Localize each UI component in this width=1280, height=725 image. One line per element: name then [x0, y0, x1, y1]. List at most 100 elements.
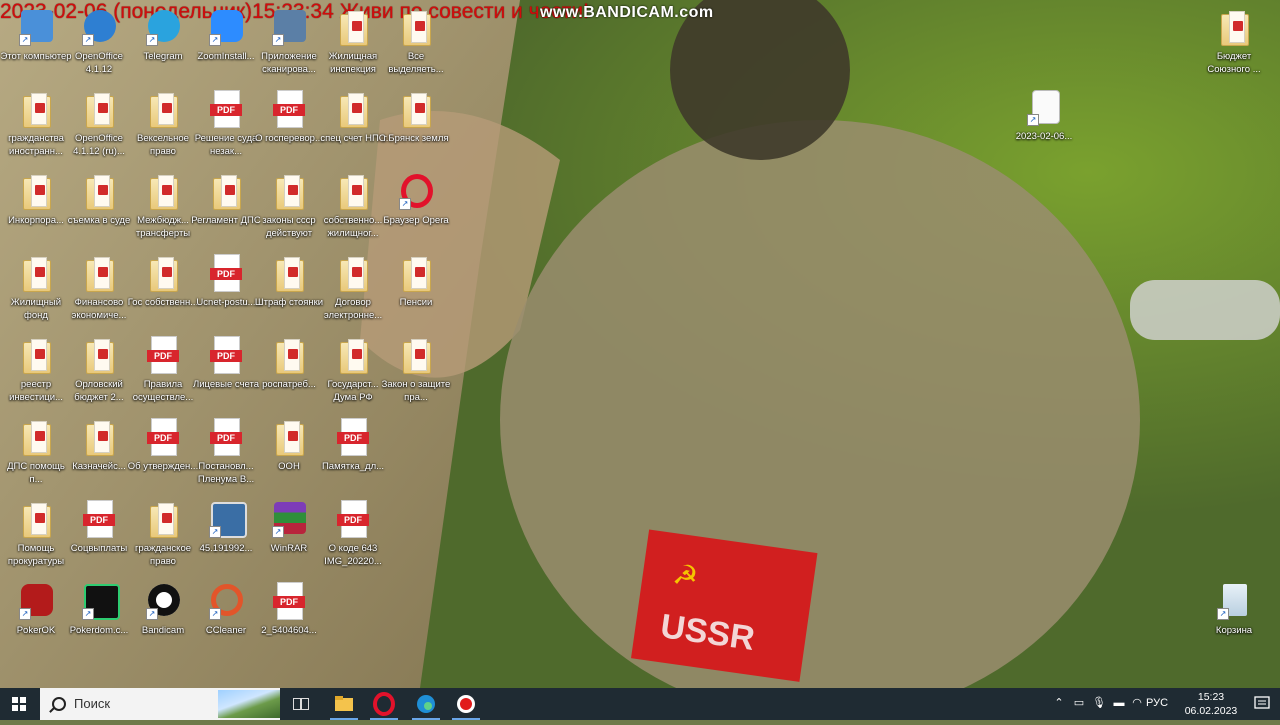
pdf-icon: PDF: [272, 582, 306, 620]
chevron-up-icon[interactable]: ⌃: [1052, 696, 1066, 710]
desktop-icon[interactable]: Орловский бюджет 2...: [63, 336, 135, 404]
desktop-icon[interactable]: ↗ PokerOK: [0, 582, 72, 637]
clock[interactable]: 15:23 06.02.2023: [1180, 690, 1242, 718]
pdf-icon: PDF: [209, 336, 243, 374]
desktop-icon[interactable]: PDF Правила осуществле...: [127, 336, 199, 404]
device-icon[interactable]: ▭: [1072, 696, 1086, 710]
taskbar-bandicam-button[interactable]: [446, 688, 486, 720]
desktop-icon-label: Штраф стоянки: [254, 297, 324, 308]
desktop-icon[interactable]: ДПС помощь п...: [0, 418, 72, 486]
desktop-icon-label: Межбюдж... трансферты: [135, 215, 191, 239]
folder-icon: [82, 336, 116, 374]
folder-icon: [82, 418, 116, 456]
desktop-icon[interactable]: PDF О коде 643 IMG_20220...: [317, 500, 389, 568]
desktop-icon[interactable]: собственно... жилищног...: [317, 172, 389, 240]
desktop-icon-label: реестр инвестици...: [9, 379, 63, 403]
desktop-icon[interactable]: PDF Об утвержден...: [127, 418, 199, 473]
desktop-icon[interactable]: ↗ Браузер Opera: [380, 172, 452, 227]
desktop-icon-label: гражданское право: [134, 543, 192, 567]
desktop-icon[interactable]: Бюджет Союзного ...: [1198, 8, 1270, 76]
pdf-icon: PDF: [272, 90, 306, 128]
folder-icon: [399, 336, 433, 374]
desktop-icon[interactable]: ↗ Pokerdom.c...: [63, 582, 135, 637]
desktop-icon[interactable]: Казначейс...: [63, 418, 135, 473]
desktop-icon[interactable]: Межбюдж... трансферты: [127, 172, 199, 240]
desktop-icon[interactable]: ↗ Приложение сканирова...: [253, 8, 325, 76]
desktop-icon[interactable]: Финансово экономиче...: [63, 254, 135, 322]
desktop-icon[interactable]: гражданства иностранн...: [0, 90, 72, 158]
battery-icon[interactable]: ▬: [1112, 696, 1126, 710]
desktop-icon-label: роспатреб...: [262, 379, 316, 390]
desktop-icon[interactable]: Вексельное право: [127, 90, 199, 158]
desktop-icon-label: ДПС помощь п...: [7, 461, 65, 485]
desktop-icon[interactable]: Закон о защите пра...: [380, 336, 452, 404]
pdf-icon: PDF: [209, 254, 243, 292]
desktop-icon-label: Постановл... Пленума В...: [197, 461, 255, 485]
desktop-icon[interactable]: PDF О госперевор...: [253, 90, 325, 145]
desktop-icon[interactable]: ↗ Telegram: [127, 8, 199, 63]
desktop-icon[interactable]: гражданское право: [127, 500, 199, 568]
desktop-icon[interactable]: Штраф стоянки: [253, 254, 325, 309]
desktop-icon[interactable]: Государст... Дума РФ: [317, 336, 389, 404]
desktop-icon[interactable]: ↗ OpenOffice 4.1.12: [63, 8, 135, 76]
desktop-icon[interactable]: Гос собственн...: [127, 254, 199, 309]
desktop-icon[interactable]: роспатреб...: [253, 336, 325, 391]
scanner-icon: ↗: [272, 8, 306, 46]
folder-icon: [19, 336, 53, 374]
desktop-icon[interactable]: спец счет НПС: [317, 90, 389, 145]
desktop-icon-label: собственно... жилищног...: [323, 215, 383, 239]
pokerok-icon: ↗: [19, 582, 53, 620]
desktop-icon[interactable]: PDF Соцвыплаты: [63, 500, 135, 555]
desktop-icon[interactable]: ↗ Bandicam: [127, 582, 199, 637]
wifi-icon[interactable]: ◠: [1130, 696, 1144, 710]
folder-icon: [336, 336, 370, 374]
desktop-icon[interactable]: Помощь прокуратуры: [0, 500, 72, 568]
desktop-icon[interactable]: ↗ CCleaner: [190, 582, 262, 637]
microphone-icon[interactable]: 🎙: [1092, 696, 1106, 710]
desktop-icon[interactable]: Договор электронне...: [317, 254, 389, 322]
desktop-icon[interactable]: Регламент ДПС: [190, 172, 262, 227]
desktop-icon[interactable]: ↗ 45.191992...: [190, 500, 262, 555]
desktop-icon[interactable]: PDF 2_5404604...: [253, 582, 325, 637]
start-button[interactable]: [0, 688, 40, 720]
pdf-icon: PDF: [146, 418, 180, 456]
desktop-icon-label: Вексельное право: [137, 133, 189, 157]
desktop-icon[interactable]: г.Брянск земля: [380, 90, 452, 145]
desktop-icon[interactable]: реестр инвестици...: [0, 336, 72, 404]
desktop-icon[interactable]: Все выделяеть...: [380, 8, 452, 76]
desktop-icon-label: Казначейс...: [72, 461, 126, 472]
taskbar-file-explorer-button[interactable]: [324, 688, 364, 720]
desktop-icon[interactable]: PDF Решение суда незак...: [190, 90, 262, 158]
desktop-icon[interactable]: ↗ Корзина: [1198, 582, 1270, 637]
desktop-icon[interactable]: ООН: [253, 418, 325, 473]
desktop-icon[interactable]: PDF Памятка_дл...: [317, 418, 389, 473]
desktop-icon[interactable]: Жилищная инспекция: [317, 8, 389, 76]
desktop-icon[interactable]: ↗ 2023-02-06...: [1008, 88, 1080, 143]
desktop-icon[interactable]: Инкорпора...: [0, 172, 72, 227]
desktop-icon[interactable]: PDF Ucnet-postu...: [190, 254, 262, 309]
desktop-icon-label: Ucnet-postu...: [196, 297, 256, 308]
task-view-button[interactable]: [280, 688, 320, 720]
desktop-icon[interactable]: OpenOffice 4.1.12 (ru)...: [63, 90, 135, 158]
desktop-icon[interactable]: законы ссср действуют: [253, 172, 325, 240]
desktop-icon-label: Браузер Opera: [383, 215, 449, 226]
desktop-icon[interactable]: ↗ ZoomInstall...: [190, 8, 262, 63]
taskbar-search-box[interactable]: Поиск: [40, 688, 280, 720]
desktop-icon[interactable]: ↗ WinRAR: [253, 500, 325, 555]
clock-time: 15:23: [1197, 691, 1225, 703]
taskbar-edge-button[interactable]: [406, 688, 446, 720]
desktop-icon[interactable]: Пенсии: [380, 254, 452, 309]
bandicam-icon: [457, 695, 475, 713]
pokerdom-icon: ↗: [82, 582, 120, 620]
pdf-icon: PDF: [336, 500, 370, 538]
recycle-bin-icon: ↗: [1217, 582, 1251, 620]
desktop-icon[interactable]: съемка в суде: [63, 172, 135, 227]
desktop-icon[interactable]: PDF Постановл... Пленума В...: [190, 418, 262, 486]
desktop-icon-label: PokerOK: [16, 625, 56, 636]
desktop-icon[interactable]: PDF Лицевые счета: [190, 336, 262, 391]
desktop-icon[interactable]: ↗ Этот компьютер: [0, 8, 72, 63]
notification-center-icon[interactable]: [1254, 696, 1270, 710]
desktop-icon[interactable]: Жилищный фонд: [0, 254, 72, 322]
taskbar-opera-button[interactable]: [364, 688, 404, 720]
input-language[interactable]: РУС: [1146, 697, 1168, 709]
